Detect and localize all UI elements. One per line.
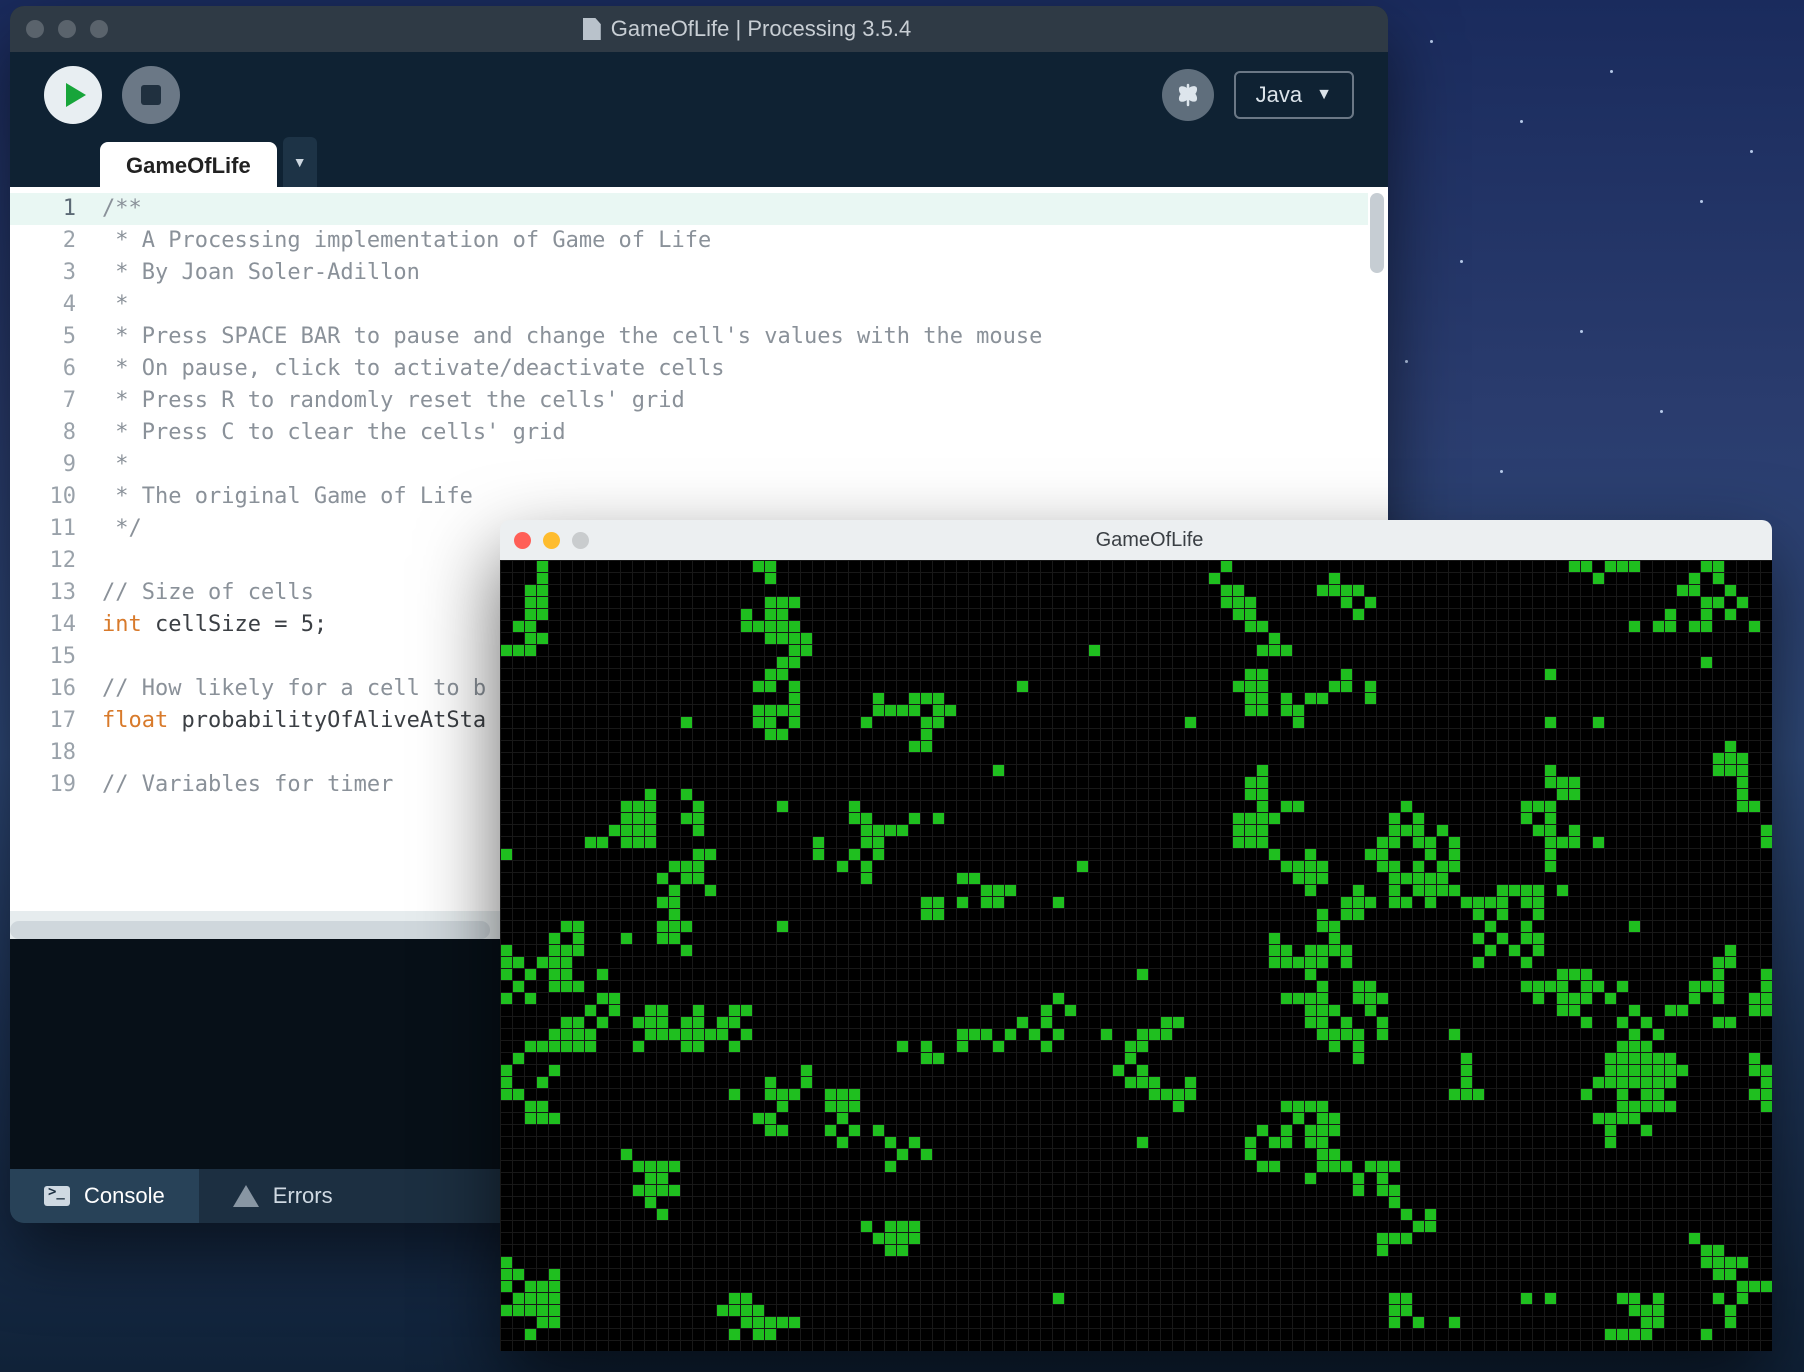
close-window-button[interactable]	[26, 20, 44, 38]
minimize-window-button[interactable]	[58, 20, 76, 38]
sketch-close-button[interactable]	[514, 532, 531, 549]
stop-icon	[141, 85, 161, 105]
sketch-title: GameOfLife	[541, 529, 1758, 552]
ide-toolbar: Java ▼	[10, 52, 1388, 137]
alive-cells-layer	[500, 560, 1772, 1351]
console-tab[interactable]: Console	[10, 1169, 199, 1223]
mode-label: Java	[1256, 82, 1302, 108]
mode-dropdown[interactable]: Java ▼	[1234, 71, 1354, 119]
ide-titlebar[interactable]: GameOfLife | Processing 3.5.4	[10, 6, 1388, 52]
zoom-window-button[interactable]	[90, 20, 108, 38]
editor-scrollbar-thumb[interactable]	[1370, 193, 1384, 273]
sketch-tab[interactable]: GameOfLife	[100, 142, 277, 187]
sketch-window: GameOfLife	[500, 520, 1772, 1351]
sketch-canvas[interactable]	[500, 560, 1772, 1351]
tab-menu-button[interactable]: ▼	[283, 137, 317, 187]
run-button[interactable]	[44, 66, 102, 124]
tab-bar: GameOfLife ▼	[10, 137, 1388, 187]
errors-tab[interactable]: Errors	[199, 1169, 367, 1223]
butterfly-icon	[1173, 80, 1203, 110]
debug-button[interactable]	[1162, 69, 1214, 121]
line-number-gutter: 12345678910111213141516171819	[10, 187, 90, 911]
hscroll-thumb[interactable]	[10, 921, 490, 939]
warning-icon	[233, 1185, 259, 1207]
errors-tab-label: Errors	[273, 1183, 333, 1209]
console-icon	[44, 1186, 70, 1206]
chevron-down-icon: ▼	[293, 154, 307, 170]
chevron-down-icon: ▼	[1316, 86, 1332, 104]
window-traffic-lights	[26, 20, 108, 38]
sketch-tab-label: GameOfLife	[126, 153, 251, 178]
play-icon	[66, 83, 86, 107]
document-icon	[583, 18, 601, 40]
console-tab-label: Console	[84, 1183, 165, 1209]
sketch-titlebar[interactable]: GameOfLife	[500, 520, 1772, 560]
stop-button[interactable]	[122, 66, 180, 124]
window-title: GameOfLife | Processing 3.5.4	[611, 16, 911, 42]
